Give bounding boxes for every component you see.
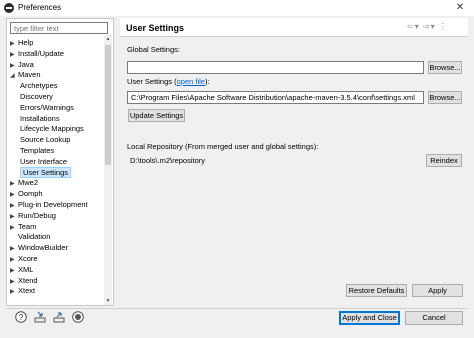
tree-item[interactable]: ▶ Help bbox=[10, 37, 33, 48]
tree-item[interactable]: User Settings bbox=[20, 166, 72, 178]
tree-item[interactable]: ▶ WindowBuilder bbox=[10, 242, 68, 253]
tree-item-label: Maven bbox=[18, 70, 41, 80]
user-browse-button[interactable]: Browse... bbox=[428, 91, 462, 104]
scroll-down-icon[interactable]: ▼ bbox=[104, 297, 112, 305]
tree-item-label: Discovery bbox=[20, 92, 53, 101]
tree-item-label: Xcore bbox=[18, 254, 38, 263]
tree-item-label: Plug-in Development bbox=[18, 200, 88, 209]
reindex-button[interactable]: Reindex bbox=[426, 154, 462, 167]
footer-separator bbox=[6, 308, 468, 309]
tree-item[interactable]: ▶ Run/Debug bbox=[10, 210, 56, 221]
local-repo-label: Local Repository (From merged user and g… bbox=[127, 142, 319, 151]
tree-item-label: Mwe2 bbox=[18, 178, 39, 188]
history-nav: ⇦▾ ⇨▾ ⋮ bbox=[407, 22, 448, 31]
apply-button[interactable]: Apply bbox=[412, 284, 463, 297]
forward-icon[interactable]: ⇨ bbox=[423, 22, 431, 31]
filter-input[interactable] bbox=[10, 22, 108, 34]
help-icon[interactable]: ? bbox=[15, 311, 27, 323]
tree-item[interactable]: ◢ Maven bbox=[10, 69, 41, 80]
tree-item[interactable]: Templates bbox=[20, 145, 54, 156]
open-file-link[interactable]: open file bbox=[177, 77, 205, 86]
tree-scrollbar[interactable]: ▲ ▼ bbox=[104, 35, 112, 305]
local-repo-value: D:\tools\.m2\repository bbox=[127, 154, 417, 167]
tree-item[interactable]: User Interface bbox=[20, 156, 67, 167]
svg-text:?: ? bbox=[19, 313, 24, 322]
scroll-thumb[interactable] bbox=[105, 45, 111, 165]
window-title: Preferences bbox=[18, 3, 62, 12]
view-menu-icon[interactable]: ⋮ bbox=[439, 22, 448, 31]
tree-item-label: Validation bbox=[18, 232, 51, 242]
tree-item[interactable]: ▶ Mwe2 bbox=[10, 177, 38, 188]
update-settings-button[interactable]: Update Settings bbox=[128, 109, 185, 122]
record-icon[interactable] bbox=[72, 311, 84, 323]
tree-item[interactable]: ▶ Xtend bbox=[10, 275, 38, 286]
apply-and-close-button[interactable]: Apply and Close bbox=[339, 311, 400, 325]
tree-item-label: XML bbox=[18, 264, 34, 274]
tree-item-label: Team bbox=[18, 221, 37, 231]
user-settings-field[interactable]: C:\Program Files\Apache Software Distrib… bbox=[127, 91, 424, 104]
tree-item[interactable]: ▶ Java bbox=[10, 59, 34, 70]
tree-item-label: Installations bbox=[20, 113, 60, 123]
import-icon[interactable] bbox=[34, 311, 46, 323]
forward-menu-icon[interactable]: ▾ bbox=[431, 22, 436, 31]
user-settings-label-row: User Settings (open file): bbox=[127, 77, 210, 86]
tree-item[interactable]: Validation bbox=[10, 231, 50, 242]
tree-item-label: Java bbox=[18, 59, 34, 69]
collapse-icon[interactable]: ◢ bbox=[10, 71, 18, 82]
cancel-button[interactable]: Cancel bbox=[405, 311, 463, 325]
global-settings-label: Global Settings: bbox=[127, 45, 180, 54]
tree-item-label: Install/Update bbox=[18, 48, 64, 58]
tree-item-label: Templates bbox=[20, 146, 55, 155]
expand-icon[interactable]: ▶ bbox=[10, 287, 18, 298]
tree-item[interactable]: Installations bbox=[20, 113, 60, 124]
title-bar bbox=[0, 0, 474, 16]
tree-item-label: User Interface bbox=[20, 156, 68, 166]
global-settings-field[interactable] bbox=[127, 61, 424, 74]
scroll-up-icon[interactable]: ▲ bbox=[104, 35, 112, 43]
tree-item-label: WindowBuilder bbox=[18, 243, 69, 253]
window-close-button[interactable]: ✕ bbox=[450, 1, 470, 14]
tree-item[interactable]: ▶ Xcore bbox=[10, 253, 38, 264]
tree-item[interactable]: Lifecycle Mappings bbox=[20, 123, 84, 134]
tree-item[interactable]: Errors/Warnings bbox=[20, 102, 74, 113]
tree-item[interactable]: ▶ Plug-in Development bbox=[10, 199, 88, 210]
tree-item[interactable]: ▶ Oomph bbox=[10, 188, 43, 199]
tree-item[interactable]: Discovery bbox=[20, 91, 53, 102]
restore-defaults-button[interactable]: Restore Defaults bbox=[346, 284, 407, 297]
tree-item[interactable]: Archetypes bbox=[20, 80, 58, 91]
back-icon[interactable]: ⇦ bbox=[407, 22, 415, 31]
tree-item[interactable]: Source Lookup bbox=[20, 134, 70, 145]
page-title: User Settings bbox=[126, 23, 185, 33]
tree-item-label: Source Lookup bbox=[20, 135, 71, 145]
user-settings-label: User Settings bbox=[127, 77, 173, 86]
tree-item-label: Xtext bbox=[18, 286, 36, 296]
tree-item-label: Help bbox=[18, 38, 34, 47]
tree-item-label: Run/Debug bbox=[18, 210, 56, 220]
tree-item[interactable]: ▶ Team bbox=[10, 221, 36, 232]
tree-item-label: Archetypes bbox=[20, 81, 58, 91]
export-icon[interactable] bbox=[53, 311, 65, 323]
tree-item-label: Xtend bbox=[18, 275, 38, 285]
tree-item-label: Oomph bbox=[18, 189, 43, 199]
tree-item-label: Errors/Warnings bbox=[20, 102, 74, 112]
tree-item[interactable]: ▶ XML bbox=[10, 264, 33, 275]
eclipse-icon bbox=[4, 3, 14, 13]
tree-item[interactable]: ▶ Install/Update bbox=[10, 48, 64, 59]
back-menu-icon[interactable]: ▾ bbox=[415, 22, 420, 31]
global-browse-button[interactable]: Browse... bbox=[428, 61, 462, 74]
tree-item-label: Lifecycle Mappings bbox=[20, 124, 84, 134]
tree-item-label: User Settings bbox=[20, 166, 72, 178]
tree-item[interactable]: ▶ Xtext bbox=[10, 285, 35, 296]
